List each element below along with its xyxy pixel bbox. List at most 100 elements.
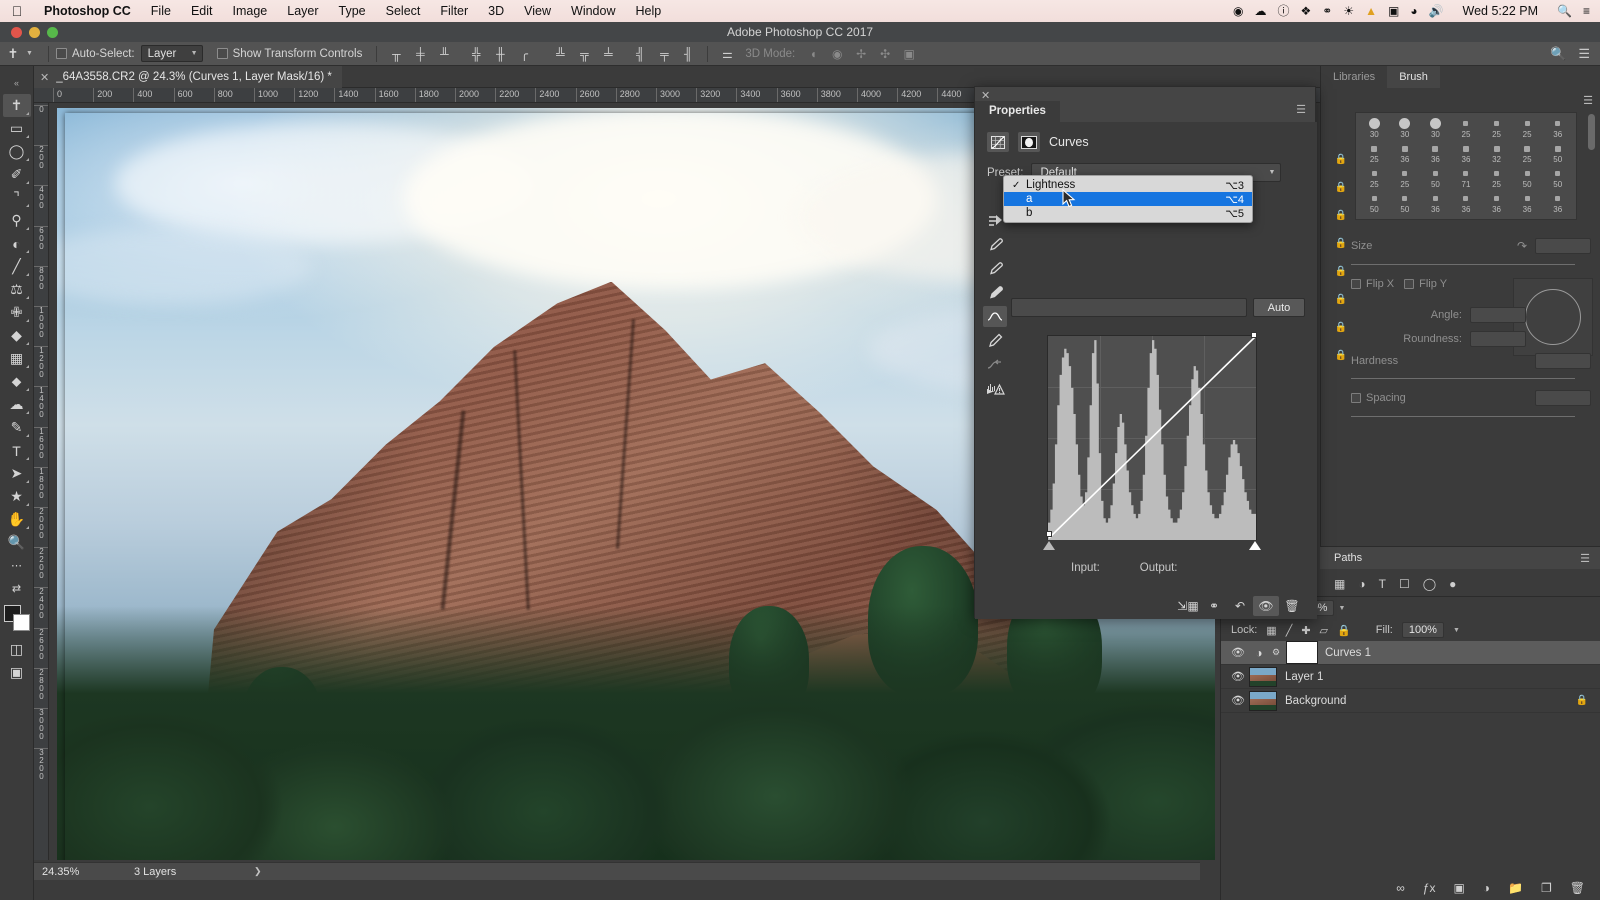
menu-view[interactable]: View — [514, 0, 561, 22]
layer-row-curves-1[interactable]: 👁 ◑ ⚙ Curves 1 — [1221, 641, 1600, 665]
layer-visibility-icon[interactable]: 👁 — [1227, 694, 1249, 707]
zoom-tool[interactable]: 🔍 — [3, 531, 31, 554]
layer-mask-thumbnail[interactable] — [1286, 641, 1318, 664]
curve-line[interactable] — [1047, 335, 1257, 540]
zoom-level[interactable]: 24.35% — [34, 866, 134, 878]
layer-row-layer-1[interactable]: 👁 Layer 1 — [1221, 665, 1600, 689]
dodge-tool[interactable]: ☁ — [3, 393, 31, 416]
orbit-3d-icon[interactable]: ◖ — [801, 47, 825, 61]
tab-paths[interactable]: Paths — [1320, 552, 1362, 564]
lock-image-pixels-icon[interactable]: ╱ — [1286, 624, 1293, 637]
align-vertical-centers-icon[interactable]: ╪ — [408, 47, 432, 61]
brush-preset[interactable]: 50 — [1542, 167, 1573, 190]
panel-menu-icon[interactable]: ☰ — [1580, 552, 1600, 565]
layer-visibility-icon[interactable]: 👁 — [1227, 646, 1249, 659]
menu-window[interactable]: Window — [561, 0, 625, 22]
gradient-tool[interactable]: ▦ — [3, 347, 31, 370]
timemachine-icon[interactable]: ◉ — [1233, 5, 1243, 17]
lasso-tool[interactable]: ◯ — [3, 140, 31, 163]
move-tool-icon[interactable]: ✝ — [0, 46, 26, 62]
checkbox-box[interactable] — [55, 48, 67, 59]
align-bottom-edges-icon[interactable]: ╨ — [432, 47, 456, 61]
path-selection-tool[interactable]: ➤ — [3, 462, 31, 485]
custom-shape-tool[interactable]: ★ — [3, 485, 31, 508]
scale-3d-icon[interactable]: ▣ — [897, 47, 921, 61]
menu-3d[interactable]: 3D — [478, 0, 514, 22]
toggle-visibility-icon[interactable]: 👁 — [1253, 596, 1279, 616]
brush-preset[interactable]: 36 — [1542, 117, 1573, 140]
curves-graph[interactable] — [1043, 250, 1261, 550]
color-swatches[interactable] — [3, 604, 31, 632]
collapse-tools-icon[interactable]: « — [3, 71, 31, 94]
notification-center-icon[interactable]: ≡ — [1583, 5, 1590, 17]
layer-thumbnail[interactable] — [1249, 666, 1277, 687]
flip-x-checkbox[interactable] — [1351, 279, 1361, 289]
menu-photoshop-cc[interactable]: Photoshop CC — [34, 0, 141, 22]
screen-mode-icon[interactable]: ▣ — [3, 661, 31, 684]
layer-row-background[interactable]: 👁 Background 🔒 — [1221, 689, 1600, 713]
chevron-down-icon[interactable]: ▼ — [1338, 605, 1345, 612]
distribute-horizontal-center-icon[interactable]: ╤ — [652, 47, 676, 61]
add-layer-style-icon[interactable]: ƒx — [1423, 881, 1436, 895]
menu-filter[interactable]: Filter — [430, 0, 478, 22]
brush-preset[interactable]: 25 — [1481, 117, 1512, 140]
add-layer-mask-icon[interactable]: ▣ — [1453, 881, 1464, 895]
brush-preset[interactable]: 30 — [1359, 117, 1390, 140]
brush-preset[interactable]: 30 — [1390, 117, 1421, 140]
reset-icon[interactable]: ↶ — [1227, 596, 1253, 616]
quick-selection-tool[interactable]: ✐ — [3, 163, 31, 186]
brush-preset[interactable]: 71 — [1451, 167, 1482, 190]
panel-menu-icon[interactable]: ☰ — [1583, 94, 1593, 107]
brush-preset[interactable]: 50 — [1390, 192, 1421, 215]
view-previous-state-icon[interactable]: ⚭ — [1201, 596, 1227, 616]
history-brush-tool[interactable]: ✙ — [3, 301, 31, 324]
cloud-sync-icon[interactable]: ☁ — [1254, 5, 1266, 17]
lock-artboard-icon[interactable]: ▱ — [1320, 624, 1328, 637]
spacing-field[interactable] — [1535, 390, 1591, 406]
brush-preset[interactable]: 25 — [1481, 167, 1512, 190]
new-path-icon[interactable]: ● — [1449, 577, 1456, 591]
brush-preset[interactable]: 36 — [1512, 192, 1543, 215]
brush-preset[interactable]: 36 — [1451, 192, 1482, 215]
lock-position-icon[interactable]: ✚ — [1301, 624, 1310, 637]
black-input-slider[interactable] — [1043, 541, 1055, 550]
hand-tool[interactable]: ✋ — [3, 508, 31, 531]
eyedropper-tool[interactable]: ⚲ — [3, 209, 31, 232]
volume-icon[interactable]: 🔊 — [1429, 5, 1444, 17]
brush-preset[interactable]: 25 — [1512, 117, 1543, 140]
warning-icon[interactable]: ▲ — [1365, 5, 1377, 17]
brush-preset[interactable]: 25 — [1512, 142, 1543, 165]
distribute-bottom-icon[interactable]: ╧ — [596, 47, 620, 61]
layer-visibility-icon[interactable]: 👁 — [1227, 670, 1249, 683]
slide-3d-icon[interactable]: ✣ — [873, 47, 897, 61]
new-adjustment-layer-icon[interactable]: ◑ — [1483, 881, 1490, 895]
brush-preset[interactable]: 32 — [1481, 142, 1512, 165]
curve-point-tool[interactable] — [983, 306, 1007, 327]
layer-thumbnail[interactable] — [1249, 690, 1277, 711]
menu-help[interactable]: Help — [626, 0, 672, 22]
quick-mask-icon[interactable]: ◫ — [3, 638, 31, 661]
stroke-path-icon[interactable]: ◑ — [1358, 577, 1365, 591]
clip-to-layer-icon[interactable]: ⇲▦ — [1175, 596, 1201, 616]
menu-select[interactable]: Select — [376, 0, 431, 22]
brush-preset[interactable]: 36 — [1420, 192, 1451, 215]
reset-icon[interactable]: ↷ — [1517, 239, 1527, 253]
align-left-edges-icon[interactable]: ╬ — [464, 47, 488, 61]
brush-preset[interactable]: 50 — [1542, 142, 1573, 165]
menu-edit[interactable]: Edit — [181, 0, 223, 22]
size-slider[interactable] — [1351, 264, 1575, 265]
screen-record-icon[interactable]: ▣ — [1388, 5, 1399, 17]
brush-preset[interactable]: 30 — [1420, 117, 1451, 140]
dropbox-icon[interactable]: ❖ — [1300, 5, 1311, 17]
background-color-swatch[interactable] — [12, 614, 30, 631]
tab-properties[interactable]: Properties — [975, 101, 1060, 122]
menu-type[interactable]: Type — [329, 0, 376, 22]
clock-icon[interactable]: ⓘ — [1277, 5, 1289, 17]
smooth-curve-button[interactable] — [983, 354, 1007, 375]
distribute-spacing-icon[interactable]: ⚌ — [715, 47, 739, 61]
channel-menu-item-a[interactable]: a ⌥4 — [1004, 192, 1252, 206]
swap-colors-icon[interactable]: ⇄ — [3, 577, 31, 600]
white-input-slider[interactable] — [1249, 541, 1261, 550]
channel-menu-item-lightness[interactable]: ✓ Lightness ⌥3 — [1004, 178, 1252, 192]
new-layer-icon[interactable]: ❐ — [1541, 881, 1552, 895]
